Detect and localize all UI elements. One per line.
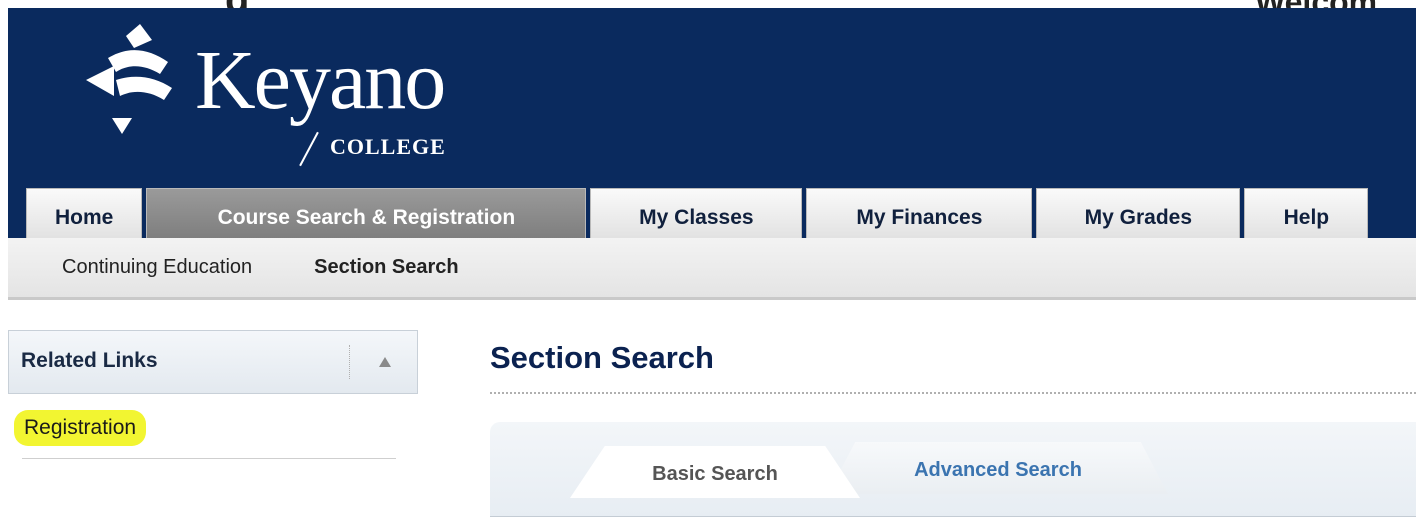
keyano-emblem-icon bbox=[86, 24, 172, 134]
subnav-section-search[interactable]: Section Search bbox=[314, 256, 459, 279]
sub-navigation: Continuing Education Section Search bbox=[8, 238, 1416, 300]
tab-label: Help bbox=[1283, 205, 1330, 229]
search-tabs-panel: Advanced Search Basic Search bbox=[490, 422, 1416, 517]
brand-name: Keyano bbox=[195, 34, 446, 127]
brand-subtitle: COLLEGE bbox=[330, 134, 446, 159]
related-links-divider bbox=[22, 458, 396, 459]
related-links-panel-header: Related Links bbox=[8, 330, 418, 394]
tab-advanced-search[interactable]: Advanced Search bbox=[828, 442, 1168, 494]
tab-label: Course Search & Registration bbox=[217, 205, 516, 229]
tab-label: My Grades bbox=[1084, 205, 1193, 229]
site-header: Keyano COLLEGE Home Course Search & Regi… bbox=[8, 8, 1416, 246]
logo-slash bbox=[299, 131, 319, 167]
cropped-welcome-text: Welcom bbox=[1255, 0, 1377, 8]
keyano-logo[interactable]: Keyano COLLEGE bbox=[68, 18, 498, 168]
top-crop-strip: g Welcom bbox=[0, 0, 1416, 8]
collapse-button[interactable] bbox=[369, 347, 401, 377]
related-link-registration[interactable]: Registration bbox=[14, 410, 147, 446]
tab-label: My Classes bbox=[639, 205, 754, 229]
related-links-title: Related Links bbox=[21, 349, 158, 372]
tab-label: Home bbox=[55, 205, 114, 229]
header-separator bbox=[349, 345, 350, 379]
cropped-heading-text: g bbox=[225, 0, 249, 8]
subnav-continuing-education[interactable]: Continuing Education bbox=[62, 256, 252, 279]
page-title: Section Search bbox=[490, 340, 714, 375]
tab-label: Advanced Search bbox=[914, 458, 1082, 481]
tab-label: Basic Search bbox=[652, 462, 778, 485]
tab-basic-search[interactable]: Basic Search bbox=[570, 446, 860, 498]
title-dotted-rule bbox=[490, 392, 1416, 394]
triangle-up-icon bbox=[379, 357, 391, 367]
tab-label: My Finances bbox=[856, 205, 983, 229]
